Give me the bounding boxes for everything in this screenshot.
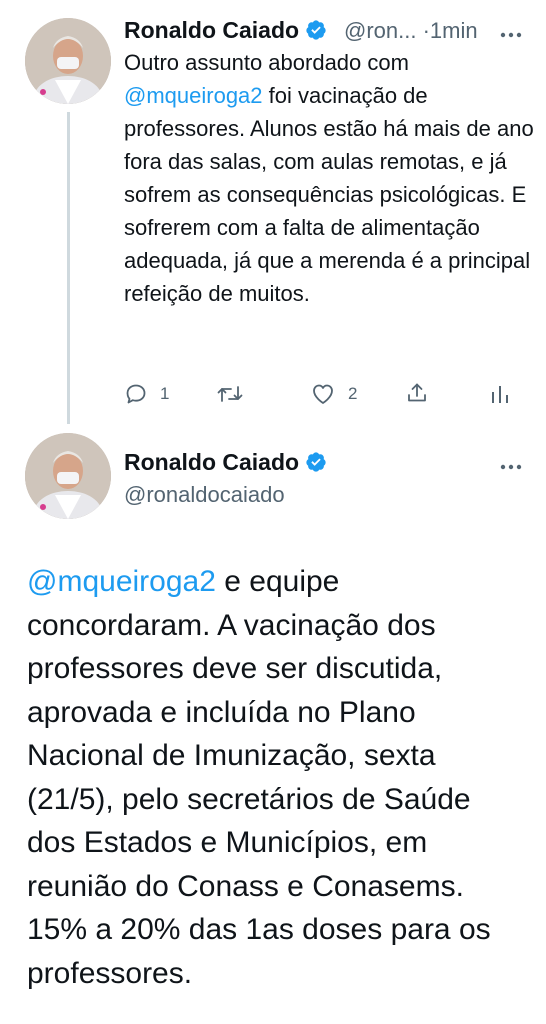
- handle[interactable]: @ron...: [344, 18, 416, 43]
- avatar-photo: [25, 18, 111, 104]
- more-icon[interactable]: [500, 458, 522, 470]
- analytics-icon: [490, 382, 510, 406]
- share-button[interactable]: [405, 381, 429, 405]
- verified-icon: [305, 451, 327, 479]
- author-name-text[interactable]: Ronaldo Caiado: [124, 449, 299, 475]
- mention-link[interactable]: @mqueiroga2: [124, 83, 263, 108]
- verified-icon: [305, 19, 327, 47]
- retweet-icon: [216, 382, 244, 406]
- mention-link[interactable]: @mqueiroga2: [27, 565, 216, 598]
- avatar[interactable]: [25, 433, 111, 519]
- thread-line: [67, 112, 70, 424]
- author-name-text[interactable]: Ronaldo Caiado: [124, 17, 299, 43]
- author-name[interactable]: Ronaldo Caiado: [124, 17, 327, 47]
- more-icon[interactable]: [500, 26, 522, 38]
- author-name[interactable]: Ronaldo Caiado: [124, 449, 327, 479]
- handle[interactable]: @ronaldocaiado: [124, 482, 285, 508]
- tweet-text-prefix: Outro assunto abordado com: [124, 50, 409, 75]
- timestamp[interactable]: 1min: [430, 18, 478, 43]
- tweet-text-rest: e equipe concordaram. A vacinação dos pr…: [27, 565, 491, 990]
- tweet-meta: @ron... ·1min: [344, 18, 478, 44]
- meta-separator: ·: [422, 18, 430, 43]
- like-button[interactable]: 2: [310, 382, 357, 406]
- tweet-text-rest: foi vacinação de professores. Alunos est…: [124, 83, 534, 306]
- avatar[interactable]: [25, 18, 111, 104]
- share-icon: [405, 381, 429, 405]
- reply-button[interactable]: 1: [124, 382, 169, 406]
- reply-count: 1: [160, 384, 170, 403]
- tweet-text: @mqueiroga2 e equipe concordaram. A vaci…: [27, 560, 527, 995]
- retweet-button[interactable]: [216, 382, 256, 406]
- heart-icon: [310, 382, 336, 406]
- reply-icon: [124, 382, 148, 406]
- analytics-button[interactable]: [490, 382, 510, 406]
- like-count: 2: [348, 384, 358, 403]
- avatar-photo: [25, 433, 111, 519]
- tweet-text: Outro assunto abordado com @mqueiroga2 f…: [124, 46, 534, 310]
